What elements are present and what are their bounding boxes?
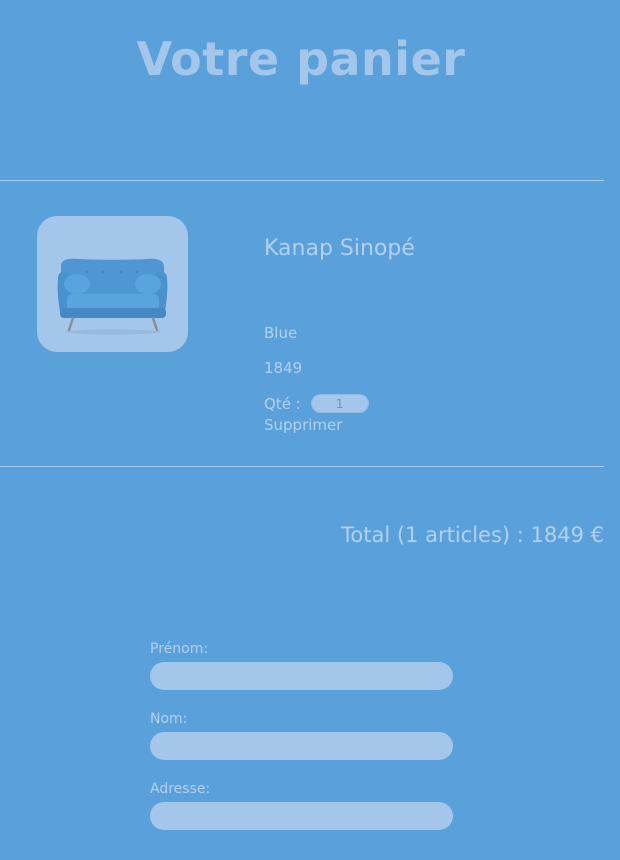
quantity-row: Qté :: [264, 394, 369, 413]
first-name-field-group: Prénom:: [150, 640, 453, 690]
cart-item: Kanap Sinopé Blue 1849 Qté : Supprimer: [0, 181, 604, 466]
address-input[interactable]: [150, 802, 453, 830]
quantity-input[interactable]: [310, 394, 369, 413]
first-name-input[interactable]: [150, 662, 453, 690]
delete-item-button[interactable]: Supprimer: [264, 416, 342, 434]
last-name-input[interactable]: [150, 732, 453, 760]
item-name: Kanap Sinopé: [264, 236, 415, 261]
last-name-field-group: Nom:: [150, 710, 453, 760]
last-name-label: Nom:: [150, 711, 188, 727]
product-image: [37, 216, 188, 352]
first-name-label: Prénom:: [150, 641, 209, 657]
item-color: Blue: [264, 324, 298, 342]
address-label: Adresse:: [150, 781, 211, 797]
item-price: 1849: [264, 359, 303, 377]
cart-total: Total (1 articles) : 1849 €: [341, 523, 604, 547]
page-title: Votre panier: [136, 32, 466, 86]
sofa-icon: [57, 258, 168, 335]
quantity-label: Qté :: [264, 394, 301, 413]
divider-bottom: [0, 466, 604, 467]
order-form: Prénom: Nom: Adresse:: [150, 640, 453, 850]
address-field-group: Adresse:: [150, 780, 453, 830]
